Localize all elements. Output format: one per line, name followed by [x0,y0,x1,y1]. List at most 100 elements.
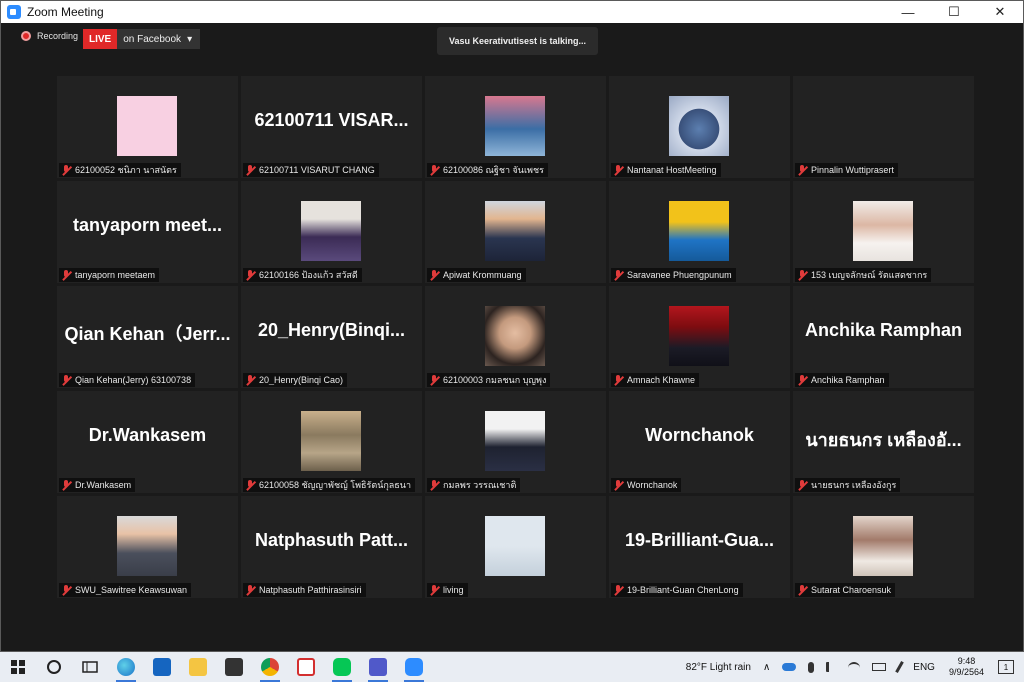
minimize-button[interactable]: — [885,1,931,23]
participant-name-tag: Wornchanok [611,478,682,492]
participant-video [485,411,545,471]
participant-name: 153 เบญจลักษณ์ รัตแสดชากร [811,270,928,280]
participant-tile[interactable]: กมลพร วรรณเชาติ [425,391,606,493]
participant-name: Natphasuth Patthirasinsiri [259,585,362,595]
start-button[interactable] [0,652,36,682]
participant-display-name: Natphasuth Patt... [254,530,408,550]
edge-app[interactable] [108,652,144,682]
zoom-app[interactable] [396,652,432,682]
muted-mic-icon [245,269,256,281]
microphone-icon[interactable] [808,661,815,673]
participant-video [117,516,177,576]
muted-mic-icon [613,584,624,596]
tray-overflow-chevron-icon[interactable]: ∧ [763,662,770,673]
participant-tile[interactable]: living [425,496,606,598]
participant-video [485,96,545,156]
edge-icon [117,658,135,676]
notification-button[interactable]: 1 [998,660,1014,674]
muted-mic-icon [613,164,624,176]
mail-icon [153,658,171,676]
participant-name-tag: Dr.Wankasem [59,478,136,492]
participant-name: Wornchanok [627,480,678,490]
participant-name-tag: 62100003 กมลชนก บุญพุง [427,373,551,387]
participant-tile[interactable]: Nantanat HostMeeting [609,76,790,178]
gallery-grid: 62100052 ชนิภา นาสนัตร 62100711 VISAR... 6… [57,76,974,598]
participant-tile[interactable]: Amnach Khawne [609,286,790,388]
participant-tile[interactable]: tanyaporn meet... tanyaporn meetaem [57,181,238,283]
participant-tile[interactable]: 153 เบญจลักษณ์ รัตแสดชากร [793,181,974,283]
wifi-icon[interactable] [848,662,861,672]
pen-icon[interactable] [895,661,905,673]
participant-tile[interactable]: Natphasuth Patt... Natphasuth Patthirasin… [241,496,422,598]
clock-date: 9/9/2564 [948,667,984,677]
participant-name-tag: Anchika Ramphan [795,373,889,387]
participant-video [301,201,361,261]
muted-mic-icon [61,164,72,176]
participant-tile[interactable]: 62100058 ชัญญาพัชญ์ โพธิรัตน์กุลธนา [241,391,422,493]
close-button[interactable]: ✕ [977,1,1023,23]
muted-mic-icon [61,584,72,596]
participant-tile[interactable]: Saravanee Phuengpunum [609,181,790,283]
teams-icon [369,658,387,676]
participant-name-tag: 62100166 ป้องแก้ว สวัสดี [243,268,362,282]
recording-label: Recording [37,31,79,41]
task-view-button[interactable] [72,652,108,682]
live-target-dropdown[interactable]: on Facebook ▾ [117,29,201,49]
participant-name: Anchika Ramphan [811,375,885,385]
participant-tile[interactable]: 62100711 VISAR... 62100711 VISARUT CHANG [241,76,422,178]
live-stream-control[interactable]: LIVE on Facebook ▾ [83,29,201,49]
windows-logo-icon [11,660,25,674]
search-button[interactable] [36,652,72,682]
participant-name-tag: Nantanat HostMeeting [611,163,721,177]
language-indicator[interactable]: ENG [913,662,935,673]
participant-tile[interactable]: Wornchanok Wornchanok [609,391,790,493]
participant-tile[interactable]: SWU_Sawitree Keawsuwan [57,496,238,598]
maximize-button[interactable]: ☐ [931,1,977,23]
participant-tile[interactable]: 19-Brilliant-Gua... 19-Brilliant-Guan Che… [609,496,790,598]
muted-mic-icon [797,479,808,491]
muted-mic-icon [797,374,808,386]
participant-name-tag: Natphasuth Patthirasinsiri [243,583,366,597]
participant-tile[interactable]: 62100003 กมลชนก บุญพุง [425,286,606,388]
participant-tile[interactable]: Apiwat Krommuang [425,181,606,283]
participant-name-tag: tanyaporn meetaem [59,268,160,282]
muted-mic-icon [429,164,440,176]
live-badge: LIVE [83,29,118,49]
participant-display-name: tanyaporn meet... [72,215,223,235]
onedrive-icon[interactable] [782,663,797,671]
participant-name: นายธนกร เหลืองอังกูร [811,480,897,490]
participant-name-tag: กมลพร วรรณเชาติ [427,478,521,492]
chrome-app[interactable] [252,652,288,682]
line-app[interactable] [324,652,360,682]
participant-tile[interactable]: นายธนกร เหลืองอั... นายธนกร เหลืองอังกูร [793,391,974,493]
record-icon [21,31,31,41]
recording-indicator[interactable]: Recording [21,31,78,41]
participant-tile[interactable]: Sutarat Charoensuk [793,496,974,598]
teams-app[interactable] [360,652,396,682]
participant-tile[interactable]: 62100166 ป้องแก้ว สวัสดี [241,181,422,283]
participant-tile[interactable]: Pinnalin Wuttiprasert [793,76,974,178]
participant-video [853,201,913,261]
muted-mic-icon [797,164,808,176]
pdf-app[interactable] [288,652,324,682]
participant-video [485,201,545,261]
participant-tile[interactable]: 62100052 ชนิภา นาสนัตร [57,76,238,178]
participant-tile[interactable]: Qian Kehan（Jerr... Qian Kehan(Jerry) 6310… [57,286,238,388]
weather-widget[interactable]: 82°F Light rain [686,662,751,673]
store-app[interactable] [216,652,252,682]
battery-icon[interactable] [872,663,887,671]
participant-tile[interactable]: 20_Henry(Binqi... 20_Henry(Binqi Cao) [241,286,422,388]
muted-mic-icon [429,374,440,386]
participant-tile[interactable]: Dr.Wankasem Dr.Wankasem [57,391,238,493]
muted-mic-icon [61,269,72,281]
mail-app[interactable] [144,652,180,682]
clock[interactable]: 9:48 9/9/2564 [949,656,984,678]
zoom-app-icon [7,5,21,19]
file-explorer-app[interactable] [180,652,216,682]
participant-tile[interactable]: 62100086 ณฐิชา จันเพชร [425,76,606,178]
volume-icon[interactable] [826,662,836,672]
participant-name-tag: Pinnalin Wuttiprasert [795,163,898,177]
participant-tile[interactable]: Anchika Ramphan Anchika Ramphan [793,286,974,388]
participant-name: 62100058 ชัญญาพัชญ์ โพธิรัตน์กุลธนา [259,480,412,490]
participant-name: living [443,585,464,595]
